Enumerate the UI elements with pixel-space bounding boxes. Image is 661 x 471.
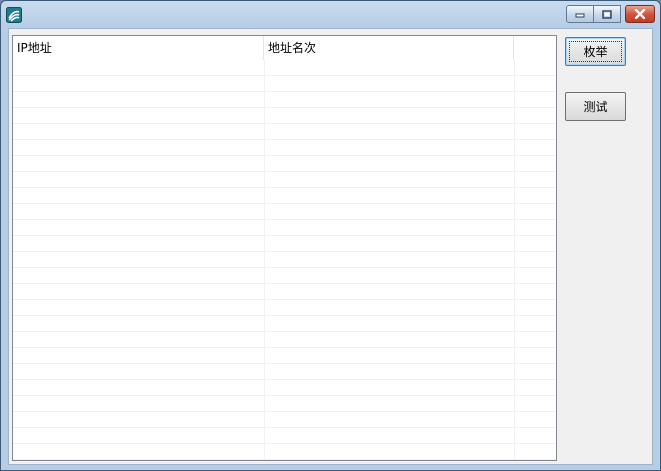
maximize-button[interactable] — [594, 5, 621, 23]
column-divider — [514, 60, 515, 460]
ip-address-list[interactable]: IP地址 地址名次 — [12, 35, 557, 461]
test-button-label: 测试 — [583, 100, 608, 114]
test-button[interactable]: 测试 — [565, 92, 626, 121]
focus-rect — [569, 41, 622, 62]
column-divider — [264, 60, 265, 460]
column-header-extra[interactable] — [514, 36, 556, 60]
app-logo-icon[interactable] — [6, 7, 22, 23]
column-header-name[interactable]: 地址名次 — [264, 36, 514, 60]
main-window: IP地址 地址名次 枚举 测试 — [0, 0, 661, 471]
close-button[interactable] — [625, 5, 655, 23]
title-bar[interactable] — [1, 1, 660, 28]
column-header-ip[interactable]: IP地址 — [13, 36, 264, 60]
enumerate-button[interactable]: 枚举 — [565, 37, 626, 66]
minimize-button[interactable] — [566, 5, 594, 23]
maximize-icon — [602, 9, 612, 19]
minimize-icon — [575, 13, 585, 18]
close-icon — [634, 9, 646, 19]
list-header: IP地址 地址名次 — [13, 36, 556, 60]
list-body[interactable] — [13, 60, 556, 460]
caption-buttons — [566, 5, 655, 24]
client-area: IP地址 地址名次 枚举 测试 — [8, 28, 653, 465]
